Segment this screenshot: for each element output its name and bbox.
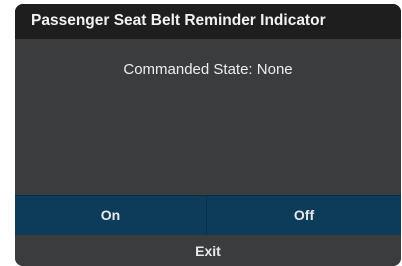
exit-button[interactable]: Exit bbox=[15, 235, 401, 266]
dialog-title: Passenger Seat Belt Reminder Indicator bbox=[31, 12, 326, 29]
dialog-title-bar: Passenger Seat Belt Reminder Indicator bbox=[15, 4, 401, 39]
off-button[interactable]: Off bbox=[207, 196, 401, 235]
exit-row: Exit bbox=[15, 235, 401, 266]
seat-belt-indicator-dialog: Passenger Seat Belt Reminder Indicator C… bbox=[15, 4, 401, 266]
action-button-row: On Off bbox=[15, 195, 401, 235]
commanded-state-text: Commanded State: None bbox=[123, 61, 293, 78]
on-button[interactable]: On bbox=[15, 196, 206, 235]
